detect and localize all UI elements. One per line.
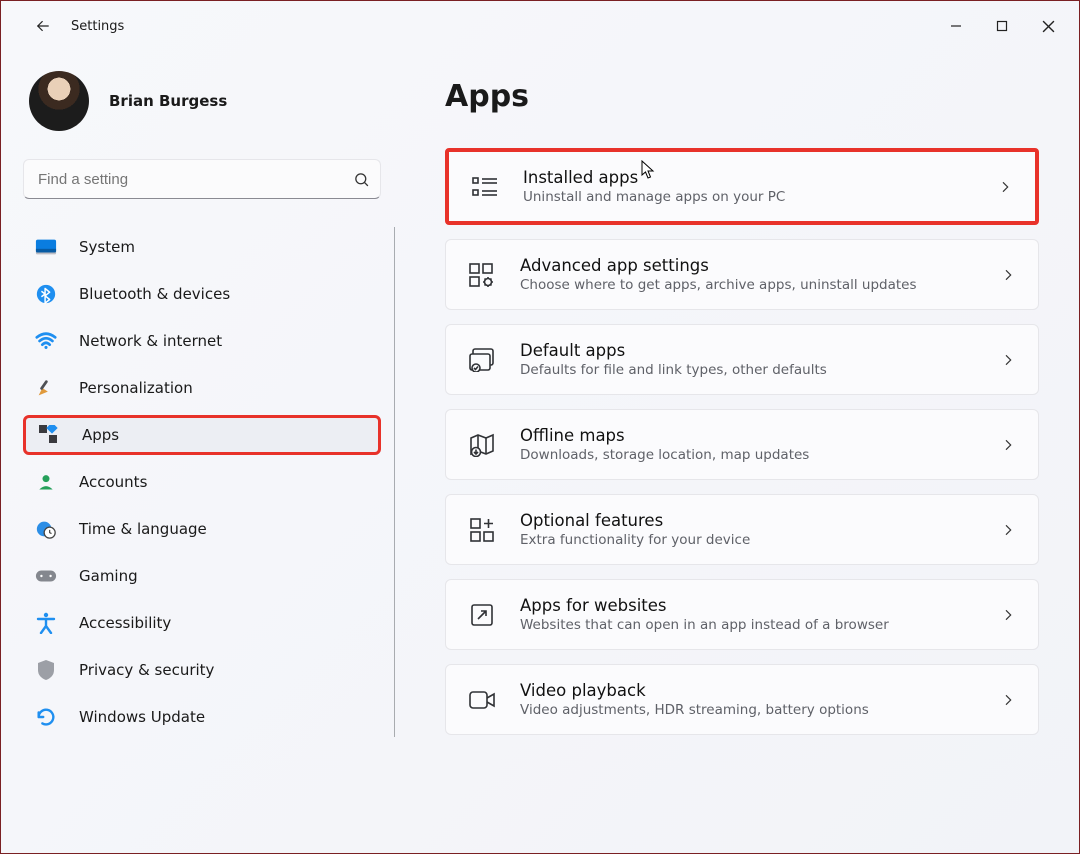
sidebar-item-label: Accounts [79, 473, 147, 491]
person-icon [35, 471, 57, 493]
back-button[interactable] [23, 6, 63, 46]
sidebar-item-system[interactable]: System [23, 227, 381, 267]
card-installed-apps[interactable]: Installed apps Uninstall and manage apps… [445, 148, 1039, 225]
card-offline-maps[interactable]: Offline maps Downloads, storage location… [445, 409, 1039, 480]
chevron-right-icon [997, 179, 1013, 195]
chevron-right-icon [1000, 522, 1016, 538]
window-controls [933, 10, 1071, 42]
sidebar-item-label: Privacy & security [79, 661, 214, 679]
profile[interactable]: Brian Burgess [23, 71, 401, 131]
open-app-icon [468, 601, 496, 629]
gamepad-icon [35, 565, 57, 587]
clock-globe-icon [35, 518, 57, 540]
search-input[interactable] [38, 171, 353, 188]
card-title: Optional features [520, 511, 1000, 530]
chevron-right-icon [1000, 267, 1016, 283]
chevron-right-icon [1000, 692, 1016, 708]
sidebar-item-label: Personalization [79, 379, 193, 397]
close-button[interactable] [1025, 10, 1071, 42]
card-subtitle: Websites that can open in an app instead… [520, 617, 1000, 633]
accessibility-icon [35, 612, 57, 634]
close-icon [1042, 20, 1055, 33]
chevron-right-icon [1000, 352, 1016, 368]
bluetooth-icon [35, 283, 57, 305]
grid-plus-icon [468, 516, 496, 544]
sidebar-item-time[interactable]: Time & language [23, 509, 381, 549]
list-icon [471, 173, 499, 201]
card-title: Video playback [520, 681, 1000, 700]
card-subtitle: Uninstall and manage apps on your PC [523, 189, 997, 205]
avatar [29, 71, 89, 131]
card-default-apps[interactable]: Default apps Defaults for file and link … [445, 324, 1039, 395]
sidebar-item-label: Gaming [79, 567, 138, 585]
maximize-button[interactable] [979, 10, 1025, 42]
card-title: Offline maps [520, 426, 1000, 445]
profile-name: Brian Burgess [109, 92, 227, 110]
sidebar-item-personalization[interactable]: Personalization [23, 368, 381, 408]
map-download-icon [468, 431, 496, 459]
video-icon [468, 686, 496, 714]
minimize-icon [950, 20, 962, 32]
paintbrush-icon [35, 377, 57, 399]
sidebar: Brian Burgess System Bluetooth & devices [1, 51, 401, 853]
maximize-icon [996, 20, 1008, 32]
card-subtitle: Defaults for file and link types, other … [520, 362, 1000, 378]
sidebar-item-label: Bluetooth & devices [79, 285, 230, 303]
page-title: Apps [445, 79, 1039, 114]
card-apps-for-websites[interactable]: Apps for websites Websites that can open… [445, 579, 1039, 650]
card-video-playback[interactable]: Video playback Video adjustments, HDR st… [445, 664, 1039, 735]
nav-divider [394, 227, 396, 737]
wifi-icon [35, 330, 57, 352]
update-icon [35, 706, 57, 728]
card-optional-features[interactable]: Optional features Extra functionality fo… [445, 494, 1039, 565]
card-title: Default apps [520, 341, 1000, 360]
card-title: Advanced app settings [520, 256, 1000, 275]
sidebar-item-gaming[interactable]: Gaming [23, 556, 381, 596]
chevron-right-icon [1000, 437, 1016, 453]
card-title: Apps for websites [520, 596, 1000, 615]
arrow-left-icon [34, 17, 52, 35]
sidebar-item-label: Windows Update [79, 708, 205, 726]
sidebar-item-label: Time & language [79, 520, 207, 538]
default-apps-icon [468, 346, 496, 374]
sidebar-item-update[interactable]: Windows Update [23, 697, 381, 737]
apps-icon [38, 424, 60, 446]
nav: System Bluetooth & devices Network & int… [23, 227, 401, 737]
apps-gear-icon [468, 261, 496, 289]
sidebar-item-label: Apps [82, 426, 119, 444]
card-advanced-app-settings[interactable]: Advanced app settings Choose where to ge… [445, 239, 1039, 310]
card-subtitle: Extra functionality for your device [520, 532, 1000, 548]
card-subtitle: Video adjustments, HDR streaming, batter… [520, 702, 1000, 718]
sidebar-item-bluetooth[interactable]: Bluetooth & devices [23, 274, 381, 314]
shield-icon [35, 659, 57, 681]
display-icon [35, 236, 57, 258]
sidebar-item-label: Network & internet [79, 332, 222, 350]
sidebar-item-privacy[interactable]: Privacy & security [23, 650, 381, 690]
search-box[interactable] [23, 159, 381, 199]
card-subtitle: Choose where to get apps, archive apps, … [520, 277, 1000, 293]
sidebar-item-network[interactable]: Network & internet [23, 321, 381, 361]
sidebar-item-accounts[interactable]: Accounts [23, 462, 381, 502]
card-subtitle: Downloads, storage location, map updates [520, 447, 1000, 463]
search-icon [353, 171, 370, 188]
titlebar: Settings [1, 1, 1079, 51]
minimize-button[interactable] [933, 10, 979, 42]
chevron-right-icon [1000, 607, 1016, 623]
card-title: Installed apps [523, 168, 997, 187]
main-content: Apps Installed apps Uninstall and manage… [401, 51, 1079, 853]
sidebar-item-label: System [79, 238, 135, 256]
sidebar-item-accessibility[interactable]: Accessibility [23, 603, 381, 643]
sidebar-item-apps[interactable]: Apps [23, 415, 381, 455]
window-title: Settings [71, 19, 124, 34]
sidebar-item-label: Accessibility [79, 614, 171, 632]
